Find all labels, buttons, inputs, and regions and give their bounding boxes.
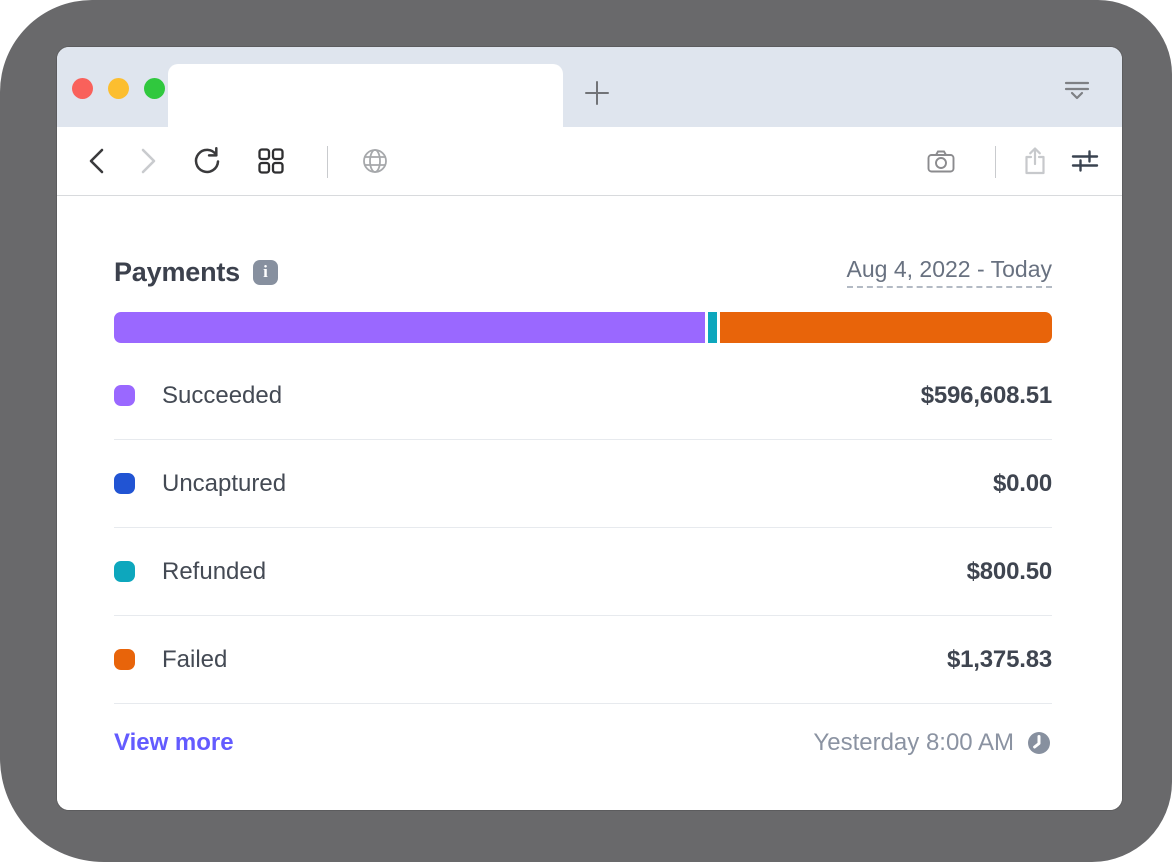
tab-bar [57,47,1122,127]
legend-label: Succeeded [162,382,282,410]
legend-row-succeeded: Succeeded $596,608.51 [114,352,1052,440]
bar-segment-succeeded[interactable] [114,312,705,343]
bar-segment-failed[interactable] [720,312,1052,343]
page-content: Payments i Aug 4, 2022 - Today Succeeded… [57,196,1122,810]
last-updated-timestamp: Yesterday 8:00 AM [813,729,1014,757]
refunded-swatch [114,561,135,582]
window-controls [72,78,165,99]
legend-label: Failed [162,646,227,674]
browser-window: Payments i Aug 4, 2022 - Today Succeeded… [57,47,1122,810]
grid-icon [258,148,285,175]
new-tab-button[interactable] [581,77,613,109]
toolbar-divider [995,146,996,178]
share-button[interactable] [1021,146,1049,176]
browser-toolbar [57,127,1122,196]
legend-amount: $800.50 [967,558,1052,586]
legend-row-refunded: Refunded $800.50 [114,528,1052,616]
plus-icon [583,79,611,107]
date-range-selector[interactable]: Aug 4, 2022 - Today [847,256,1052,288]
tab-overview-button[interactable] [258,148,285,175]
site-globe-button[interactable] [361,147,389,175]
legend-row-uncaptured: Uncaptured $0.00 [114,440,1052,528]
page-title: Payments [114,257,240,288]
legend-label: Refunded [162,558,266,586]
info-icon[interactable]: i [253,260,278,285]
clock-icon [1026,730,1052,756]
widget-footer: View more Yesterday 8:00 AM [114,704,1052,782]
view-more-link[interactable]: View more [114,729,234,757]
screenshot-surround: Payments i Aug 4, 2022 - Today Succeeded… [0,0,1172,862]
active-tab[interactable] [168,64,563,127]
sliders-icon [1070,146,1100,176]
zoom-window-button[interactable] [144,78,165,99]
forward-button[interactable] [136,146,160,176]
uncaptured-swatch [114,473,135,494]
reload-button[interactable] [191,145,223,177]
toolbar-divider [327,146,328,178]
failed-swatch [114,649,135,670]
bar-segment-refunded[interactable] [708,312,717,343]
widget-header: Payments i Aug 4, 2022 - Today [114,254,1052,290]
legend-row-failed: Failed $1,375.83 [114,616,1052,704]
payments-stacked-bar [114,312,1052,343]
minimize-window-button[interactable] [108,78,129,99]
legend-amount: $1,375.83 [947,646,1052,674]
legend-amount: $0.00 [993,470,1052,498]
legend-label: Uncaptured [162,470,286,498]
tab-list-button[interactable] [1064,80,1090,102]
share-icon [1021,146,1049,176]
legend-amount: $596,608.51 [921,382,1052,410]
chevron-right-icon [136,146,160,176]
close-window-button[interactable] [72,78,93,99]
camera-icon [926,147,956,175]
chevron-left-icon [85,146,109,176]
screenshot-button[interactable] [926,147,956,175]
tune-button[interactable] [1070,146,1100,176]
globe-icon [361,147,389,175]
succeeded-swatch [114,385,135,406]
back-button[interactable] [85,146,109,176]
lines-chevron-down-icon [1064,80,1090,102]
reload-icon [191,145,223,177]
